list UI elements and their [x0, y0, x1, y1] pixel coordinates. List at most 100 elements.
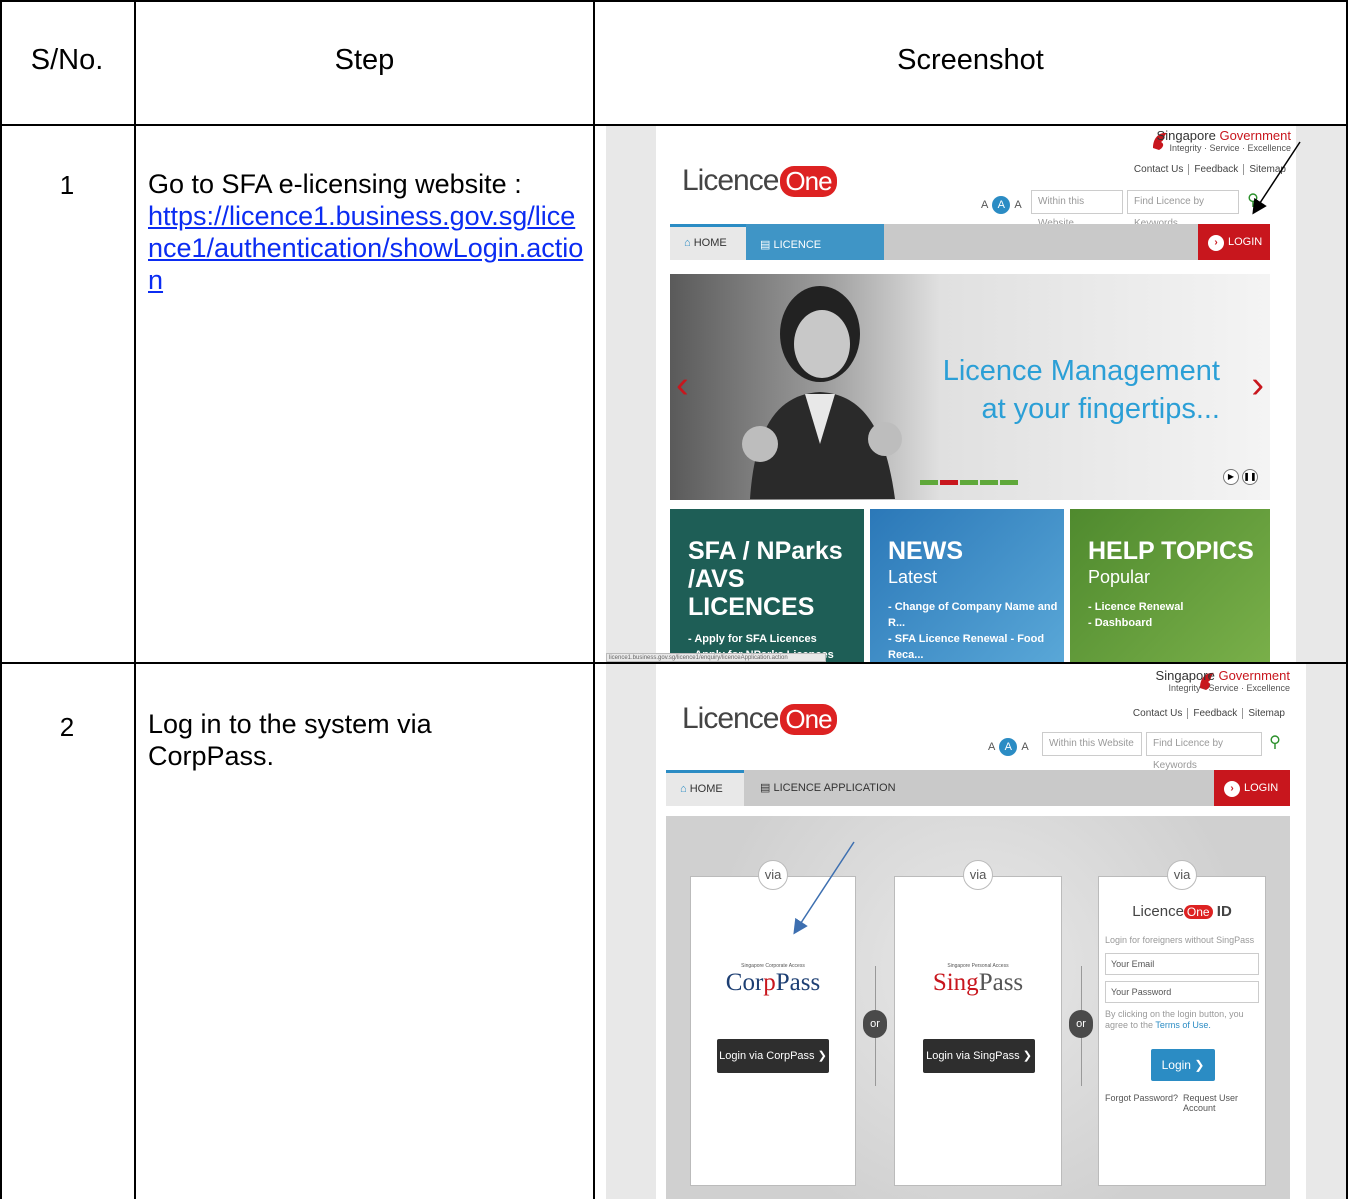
font-size-small[interactable]: A	[981, 199, 988, 211]
step-description: Go to SFA e-licensing website : https://…	[148, 168, 588, 296]
logo-one-badge: One	[1183, 905, 1213, 919]
terms-notice: By clicking on the login button, you agr…	[1105, 1009, 1261, 1031]
main-nav: ⌂ HOME ▤ LICENCE APPLICATION › LOGIN	[666, 770, 1290, 806]
singapore-government-brand: Singapore Government Integrity · Service…	[1156, 668, 1290, 693]
carousel-prev-icon[interactable]: ‹	[676, 364, 689, 407]
gov-title-b: Government	[1219, 128, 1291, 143]
contact-us-link[interactable]: Contact Us	[1127, 708, 1189, 719]
nav-home[interactable]: ⌂ HOME	[670, 224, 746, 260]
carousel-next-icon[interactable]: ›	[1251, 364, 1264, 407]
or-badge: or	[1069, 1010, 1093, 1038]
step-text: Go to SFA e-licensing website :	[148, 169, 522, 199]
tile-subtitle: Popular	[1088, 567, 1151, 587]
login-label: LOGIN	[1228, 236, 1263, 248]
licenceone-id-logo: Licence One ID	[1099, 903, 1265, 920]
font-size-large[interactable]: A	[1014, 199, 1021, 211]
login-button[interactable]: › LOGIN	[1198, 224, 1270, 260]
sitemap-link[interactable]: Sitemap	[1243, 708, 1290, 719]
contact-us-link[interactable]: Contact Us	[1128, 164, 1190, 175]
table-divider	[593, 0, 595, 1199]
nav-licapp-label: LICENCE APPLICATION	[773, 782, 896, 794]
login-via-singpass-button[interactable]: Login via SingPass ❯	[923, 1039, 1035, 1073]
logo-one-badge: One	[780, 166, 837, 197]
search-scope-select[interactable]: Within this Website	[1031, 190, 1123, 229]
search-input[interactable]: Find Licence by Keywords	[1146, 732, 1262, 771]
sitemap-link[interactable]: Sitemap	[1244, 164, 1291, 175]
font-size-medium[interactable]: A	[992, 196, 1011, 214]
font-size-controls: AAA	[981, 196, 1022, 214]
tile-news[interactable]: NEWS Latest - Change of Company Name and…	[870, 509, 1064, 662]
licenceone-login-button[interactable]: Login ❯	[1151, 1049, 1215, 1081]
top-links: Contact Us Feedback Sitemap	[1127, 708, 1290, 719]
font-size-controls: AAA	[988, 738, 1029, 756]
nav-licence-application[interactable]: ▤ LICENCE APPLICATION	[746, 770, 926, 806]
licenceone-logo[interactable]: Licence One	[682, 164, 837, 198]
gov-title-a: Singapore	[1155, 668, 1215, 683]
tile-sfa-licences[interactable]: SFA / NParks /AVS LICENCES - Apply for S…	[670, 509, 864, 662]
font-size-medium[interactable]: A	[999, 738, 1018, 756]
tile-title: NEWS	[888, 537, 963, 565]
chevron-right-icon: ❯	[1022, 1050, 1032, 1062]
singpass-text: Pass	[978, 969, 1024, 996]
licenceone-logo[interactable]: Licence One	[682, 702, 837, 736]
button-label: Login via CorpPass	[719, 1050, 815, 1062]
corppass-text: Cor	[725, 969, 764, 996]
home-icon: ⌂	[680, 783, 687, 795]
terms-of-use-link[interactable]: Terms of Use.	[1155, 1020, 1211, 1030]
feedback-link[interactable]: Feedback	[1188, 708, 1244, 719]
tile-help-topics[interactable]: HELP TOPICS Popular - Licence Renewal - …	[1070, 509, 1270, 662]
tile-title: HELP TOPICS	[1088, 537, 1254, 565]
search-icon[interactable]: ⚲	[1264, 732, 1286, 756]
password-field[interactable]: Your Password	[1105, 981, 1259, 1003]
logo-one-badge: One	[780, 704, 837, 735]
hero-line1: Licence Management	[942, 355, 1220, 387]
request-account-link[interactable]: Request User Account	[1183, 1093, 1265, 1113]
hero-headline: Licence Management at your fingertips...	[880, 352, 1220, 428]
carousel-indicators[interactable]	[920, 472, 1020, 490]
login-via-corppass-button[interactable]: Login via CorpPass ❯	[717, 1039, 829, 1073]
logo-text: Licence	[682, 164, 779, 197]
tile-link[interactable]: Licence Renewal	[1095, 601, 1184, 613]
header-step: Step	[334, 44, 395, 76]
chevron-right-icon: ›	[1208, 235, 1224, 251]
singpass-text: S	[932, 969, 947, 996]
nav-home[interactable]: ⌂ HOME	[666, 770, 744, 806]
search-input[interactable]: Find Licence by Keywords	[1127, 190, 1239, 229]
tile-link[interactable]: SFA Licence Renewal - Food Reca...	[888, 633, 1044, 661]
singpass-logo: Singapore Personal Access SingPass	[895, 963, 1061, 997]
corppass-card: Singapore Corporate Access CorpPass Logi…	[690, 876, 856, 1186]
step-text: Log in to the system via CorpPass.	[148, 709, 432, 771]
feedback-link[interactable]: Feedback	[1189, 164, 1245, 175]
tile-link[interactable]: Apply for SFA Licences	[694, 633, 816, 645]
status-bar-url: licence1.business.gov.sg/licence1/enquir…	[606, 653, 826, 662]
button-label: Login	[1161, 1058, 1191, 1072]
or-badge: or	[863, 1010, 887, 1038]
tile-link[interactable]: Dashboard	[1095, 617, 1152, 629]
font-size-large[interactable]: A	[1021, 741, 1028, 753]
hero-carousel: ‹ › Licence Management at your fingertip…	[670, 274, 1270, 500]
nav-licence-application[interactable]: ▤ LICENCE APPLICATION	[746, 224, 884, 287]
via-badge: via	[1167, 860, 1197, 890]
login-button[interactable]: › LOGIN	[1214, 770, 1290, 806]
corppass-text: p	[763, 969, 776, 996]
pause-icon[interactable]: ❚❚	[1242, 469, 1258, 485]
login-label: LOGIN	[1244, 782, 1279, 794]
search-scope-select[interactable]: Within this Website	[1042, 732, 1142, 756]
font-size-small[interactable]: A	[988, 741, 995, 753]
hero-line2: at your fingertips...	[981, 393, 1220, 425]
search-icon[interactable]: ⚲	[1242, 190, 1264, 214]
gov-title-a: Singapore	[1156, 128, 1216, 143]
button-label: Login via SingPass	[926, 1050, 1020, 1062]
play-icon[interactable]: ▶	[1223, 469, 1239, 485]
document-icon: ▤	[760, 782, 771, 794]
gov-title-b: Government	[1218, 668, 1290, 683]
tile-title: SFA / NParks	[688, 537, 843, 565]
top-links: Contact Us Feedback Sitemap	[1128, 164, 1291, 175]
email-field[interactable]: Your Email	[1105, 953, 1259, 975]
licenceone-id-note: Login for foreigners without SingPass	[1105, 935, 1255, 945]
tile-link[interactable]: Change of Company Name and R...	[888, 601, 1057, 629]
terms-text: the	[1140, 1020, 1154, 1030]
row-number: 2	[59, 712, 75, 742]
sfa-licensing-link[interactable]: https://licence1.business.gov.sg/licence…	[148, 200, 588, 296]
forgot-password-link[interactable]: Forgot Password?	[1105, 1093, 1178, 1103]
